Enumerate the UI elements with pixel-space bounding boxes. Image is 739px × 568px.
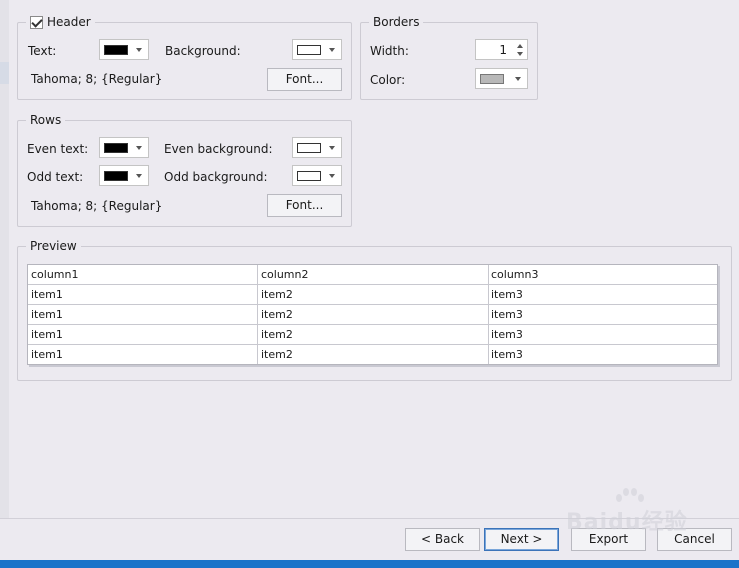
rows-group-legend: Rows <box>26 113 66 127</box>
rows-font-description: Tahoma; 8; {Regular} <box>31 199 163 213</box>
chevron-down-icon <box>329 146 335 150</box>
cancel-button[interactable]: Cancel <box>657 528 732 551</box>
grid-cell: item3 <box>491 328 523 341</box>
grid-cell: item1 <box>31 328 63 341</box>
preview-group-legend: Preview <box>26 239 81 253</box>
even-text-color-picker[interactable] <box>99 137 149 158</box>
grid-header-row: column1 column2 column3 <box>28 265 717 285</box>
grid-row: item1 item2 item3 <box>28 345 717 365</box>
header-font-description: Tahoma; 8; {Regular} <box>31 72 163 86</box>
chevron-down-icon <box>515 77 521 81</box>
even-text-label: Even text: <box>27 142 89 156</box>
grid-header-cell: column1 <box>31 268 79 281</box>
chevron-down-icon <box>329 48 335 52</box>
grid-cell: item2 <box>261 348 293 361</box>
grid-row: item1 item2 item3 <box>28 325 717 345</box>
preview-grid: column1 column2 column3 item1 item2 item… <box>27 264 718 365</box>
borders-color-swatch <box>480 74 504 84</box>
rows-font-button[interactable]: Font... <box>267 194 342 217</box>
chevron-down-icon <box>136 174 142 178</box>
borders-width-stepper[interactable]: 1 <box>475 39 528 60</box>
header-font-button[interactable]: Font... <box>267 68 342 91</box>
odd-text-color-picker[interactable] <box>99 165 149 186</box>
grid-row: item1 item2 item3 <box>28 285 717 305</box>
grid-header-cell: column3 <box>491 268 539 281</box>
borders-group-title: Borders <box>373 15 420 29</box>
header-group-legend: Header <box>26 15 95 29</box>
header-text-color-picker[interactable] <box>99 39 149 60</box>
spin-up-icon[interactable] <box>517 44 523 48</box>
grid-cell: item2 <box>261 328 293 341</box>
odd-text-color-swatch <box>104 171 128 181</box>
odd-text-label: Odd text: <box>27 170 84 184</box>
odd-background-color-swatch <box>297 171 321 181</box>
export-button[interactable]: Export <box>571 528 646 551</box>
grid-row: item1 item2 item3 <box>28 305 717 325</box>
spin-down-icon[interactable] <box>517 52 523 56</box>
taskbar-strip <box>0 560 739 568</box>
left-panel-strip <box>0 0 9 518</box>
grid-cell: item2 <box>261 308 293 321</box>
borders-width-label: Width: <box>370 44 409 58</box>
chevron-down-icon <box>136 146 142 150</box>
grid-cell: item3 <box>491 308 523 321</box>
footer-divider <box>0 518 739 519</box>
odd-background-color-picker[interactable] <box>292 165 342 186</box>
header-background-label: Background: <box>165 44 241 58</box>
chevron-down-icon <box>329 174 335 178</box>
next-button[interactable]: Next > <box>484 528 559 551</box>
even-background-color-picker[interactable] <box>292 137 342 158</box>
header-text-color-swatch <box>104 45 128 55</box>
rows-group-title: Rows <box>30 113 62 127</box>
header-text-label: Text: <box>28 44 57 58</box>
borders-width-value: 1 <box>499 43 507 57</box>
odd-background-label: Odd background: <box>164 170 268 184</box>
grid-cell: item1 <box>31 308 63 321</box>
back-button[interactable]: < Back <box>405 528 480 551</box>
grid-cell: item3 <box>491 288 523 301</box>
header-background-color-picker[interactable] <box>292 39 342 60</box>
grid-header-cell: column2 <box>261 268 309 281</box>
borders-color-label: Color: <box>370 73 406 87</box>
preview-group-title: Preview <box>30 239 77 253</box>
borders-color-picker[interactable] <box>475 68 528 89</box>
grid-cell: item1 <box>31 348 63 361</box>
grid-cell: item3 <box>491 348 523 361</box>
even-background-color-swatch <box>297 143 321 153</box>
left-panel-selection <box>0 62 9 84</box>
grid-cell: item1 <box>31 288 63 301</box>
borders-group-legend: Borders <box>369 15 424 29</box>
chevron-down-icon <box>136 48 142 52</box>
even-text-color-swatch <box>104 143 128 153</box>
header-group-title: Header <box>47 15 91 29</box>
even-background-label: Even background: <box>164 142 273 156</box>
grid-cell: item2 <box>261 288 293 301</box>
header-background-color-swatch <box>297 45 321 55</box>
header-checkbox[interactable] <box>30 15 43 29</box>
